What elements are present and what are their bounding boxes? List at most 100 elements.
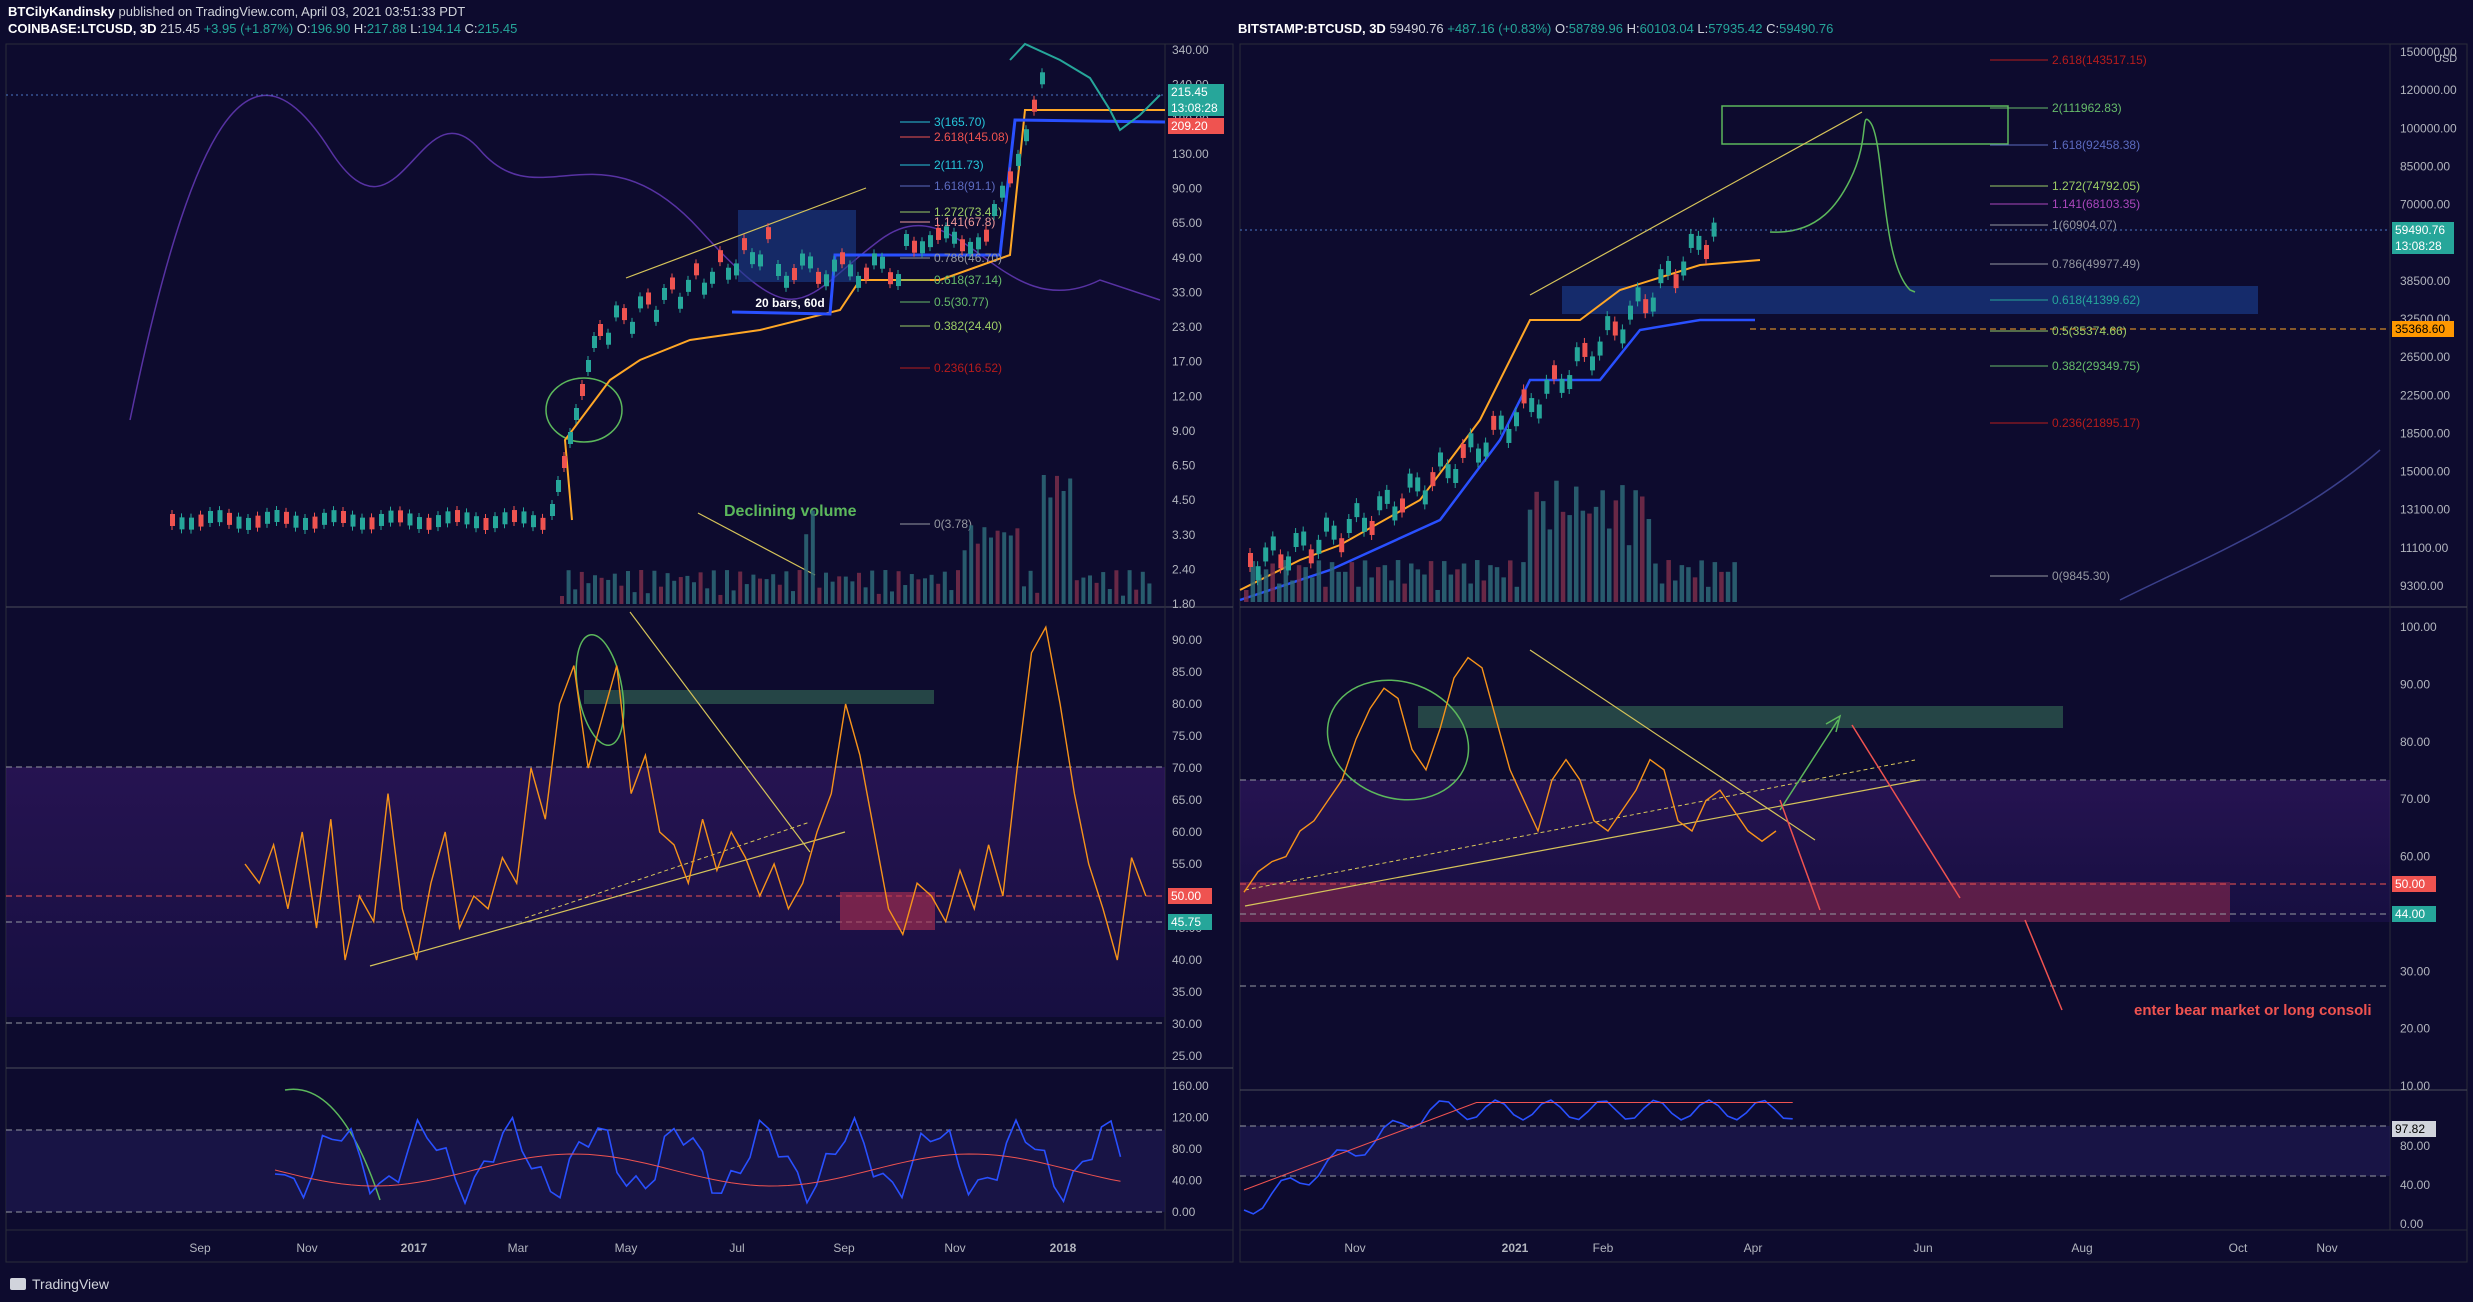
right-volume-bar — [1263, 569, 1269, 602]
left-price-tick: 3.30 — [1172, 528, 1196, 542]
right-volume-bar — [1725, 571, 1731, 602]
left-volume-bar — [626, 571, 630, 604]
left-candle — [872, 253, 877, 266]
right-fib-label: 1.618(92458.38) — [2052, 138, 2140, 152]
left-candle — [646, 292, 651, 305]
right-volume-bar — [1376, 567, 1381, 602]
right-mom-band — [1240, 1126, 2390, 1176]
left-fib-label: 0.5(30.77) — [934, 295, 989, 309]
left-candle — [350, 514, 356, 527]
right-fib-label: 0.618(41399.62) — [2052, 293, 2140, 307]
left-candle — [840, 252, 845, 265]
right-candle — [1468, 433, 1474, 448]
right-rsi-resistance-zone — [1418, 706, 2063, 728]
right-candle — [1331, 525, 1337, 540]
right-candle — [1263, 547, 1269, 562]
right-candle — [1453, 468, 1459, 483]
tradingview-logo-icon[interactable] — [10, 1278, 26, 1290]
left-candle — [622, 308, 627, 321]
left-volume-bar — [751, 574, 756, 604]
right-fib-label: 0.382(29349.75) — [2052, 359, 2140, 373]
left-candle — [670, 277, 675, 290]
left-candle — [417, 517, 422, 530]
right-volume-bar — [1501, 577, 1506, 602]
footer-brand[interactable]: TradingView — [32, 1276, 109, 1292]
left-candle — [531, 515, 536, 528]
left-volume-bar — [1028, 570, 1033, 604]
left-candle — [710, 271, 715, 284]
right-candle — [1628, 305, 1633, 320]
right-candle — [1529, 398, 1535, 413]
left-candle — [236, 516, 242, 529]
left-candle — [274, 510, 280, 522]
left-volume-bar — [1041, 475, 1046, 604]
right-mom-tick: 80.00 — [2400, 1139, 2430, 1153]
right-rsi-44-badge: 44.00 — [2395, 907, 2425, 921]
left-volume-bar — [784, 571, 789, 604]
left-time-tick: Jul — [729, 1241, 744, 1255]
left-volume-bar — [586, 583, 591, 604]
left-volume-bar — [771, 574, 776, 604]
right-volume-bar — [1296, 565, 1302, 602]
left-fib-label: 0.236(16.52) — [934, 361, 1002, 375]
right-volume-bar — [1692, 577, 1698, 602]
left-volume-bar — [1002, 532, 1007, 604]
left-candle — [694, 263, 699, 276]
right-price-tick: 18500.00 — [2400, 426, 2450, 440]
left-candle — [758, 254, 763, 267]
left-price-tick: 90.00 — [1172, 182, 1202, 196]
left-candle — [968, 241, 973, 254]
right-volume-bar — [1613, 500, 1619, 602]
left-candle — [360, 517, 365, 530]
left-fib-label: 0(3.78) — [934, 517, 972, 531]
left-volume-bar — [863, 587, 868, 604]
right-candle — [1483, 442, 1489, 457]
left-candle — [493, 516, 498, 529]
right-volume-bar — [1574, 486, 1579, 602]
left-volume-bar — [883, 570, 888, 604]
left-candle — [464, 512, 470, 525]
left-volume-bar — [982, 527, 987, 604]
left-price-tick: 12.00 — [1172, 389, 1202, 403]
right-fib-label: 1.272(74792.05) — [2052, 179, 2140, 193]
right-volume-bar — [1534, 491, 1539, 602]
left-volume-bar — [777, 584, 782, 604]
left-price-tick: 17.00 — [1172, 355, 1202, 369]
left-volume-bar — [1074, 580, 1079, 604]
left-candle — [1040, 72, 1045, 85]
right-candle — [1362, 517, 1367, 532]
left-candle — [630, 321, 635, 334]
left-candle — [896, 274, 901, 287]
right-volume-bar — [1455, 569, 1460, 602]
right-bear-note: enter bear market or long consoli — [2134, 1002, 2372, 1019]
right-time-tick: Aug — [2071, 1241, 2092, 1255]
left-price-tick: 2.40 — [1172, 562, 1196, 576]
left-candle — [726, 267, 731, 280]
left-candle — [189, 517, 194, 530]
left-candle — [568, 432, 573, 444]
left-purple-oscillator-line — [129, 94, 1161, 421]
left-candle — [614, 305, 619, 318]
right-ma-blue — [1239, 318, 1755, 602]
right-level-badge: 35368.60 — [2395, 322, 2445, 336]
left-volume-trendline — [697, 512, 816, 576]
left-candle — [662, 287, 667, 300]
right-volume-bar — [1402, 583, 1407, 602]
left-candle — [312, 516, 318, 529]
left-mom-band — [6, 1130, 1165, 1212]
left-volume-bar — [639, 570, 644, 604]
left-candle — [936, 227, 941, 240]
right-volume-bar — [1277, 583, 1282, 602]
left-volume-bar — [758, 578, 762, 604]
right-candle — [1339, 538, 1345, 553]
left-volume-bar — [1127, 570, 1132, 604]
left-candle — [1000, 185, 1005, 198]
right-candle — [1559, 378, 1565, 393]
right-volume-bar — [1719, 571, 1724, 602]
left-volume-note: Declining volume — [724, 503, 857, 520]
chart-canvas[interactable]: 340.00240.00180.00130.0090.0065.0049.003… — [0, 0, 2473, 1302]
right-candle — [1476, 448, 1481, 463]
right-volume-bar — [1336, 571, 1341, 602]
right-volume-bar — [1712, 562, 1718, 602]
left-volume-bar — [791, 591, 795, 604]
